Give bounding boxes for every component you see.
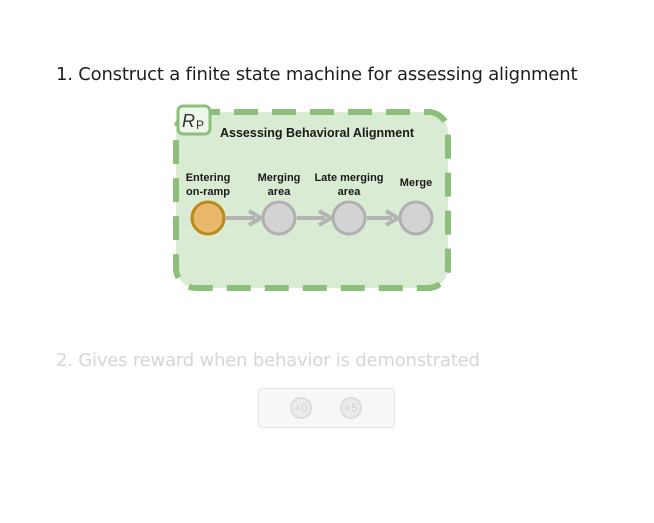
state-2-label-line-1: Merging: [258, 172, 301, 184]
state-4-label-line-1: Merge: [400, 177, 432, 189]
state-2-node: [261, 200, 297, 236]
reward-plus-5-badge: +5: [340, 397, 362, 419]
state-3-label-line-2: area: [338, 186, 362, 198]
fsm-title: Assessing Behavioral Alignment: [220, 126, 415, 140]
reward-plus-0-badge: +0: [290, 397, 312, 419]
step-1-heading: 1. Construct a finite state machine for …: [56, 64, 578, 85]
step-2-heading: 2. Gives reward when behavior is demonst…: [56, 350, 480, 371]
state-2-label-line-2: area: [268, 186, 292, 198]
state-1-label-line-1: Entering: [186, 172, 231, 184]
reward-panel: +0 +5: [258, 388, 395, 428]
state-1-node: [190, 200, 226, 236]
state-3-node: [331, 200, 367, 236]
state-4-node: [398, 200, 434, 236]
reward-machine-badge: R P: [176, 104, 212, 136]
state-3-label-line-1: Late merging: [314, 172, 383, 184]
fsm-diagram: R P Assessing Behavioral Alignment Enter…: [173, 104, 451, 291]
badge-subscript: P: [196, 118, 204, 132]
state-1-label-line-2: on-ramp: [186, 186, 230, 198]
badge-letter: R: [182, 111, 195, 131]
